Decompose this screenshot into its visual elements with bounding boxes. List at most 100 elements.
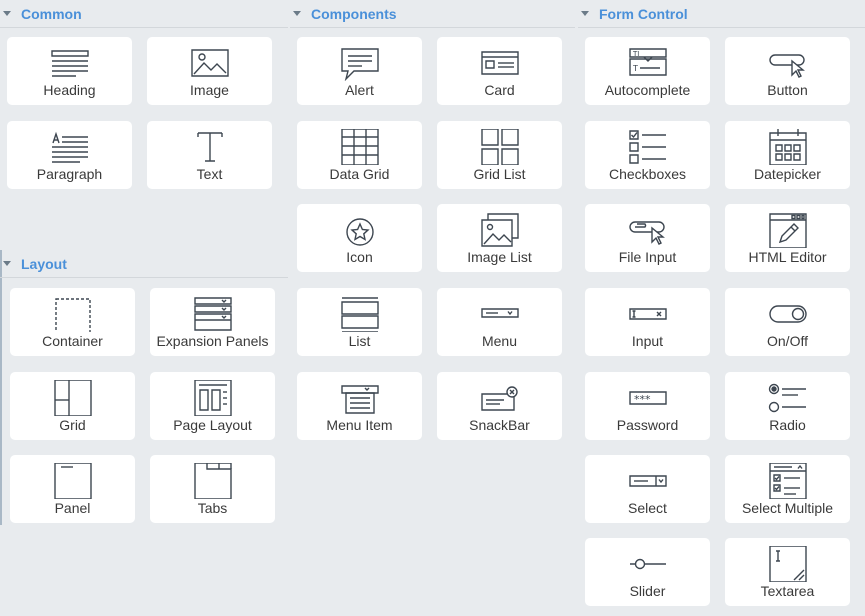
component-slider[interactable]: Slider xyxy=(585,538,710,606)
component-label: Image xyxy=(190,82,229,98)
component-expansion-panels[interactable]: Expansion Panels xyxy=(150,288,275,356)
input-icon xyxy=(628,296,668,332)
grid-list-icon xyxy=(480,129,520,165)
component-grid-list[interactable]: Grid List xyxy=(437,121,562,189)
section-header-form-control[interactable]: Form Control xyxy=(578,0,865,28)
section-title-common: Common xyxy=(21,5,82,22)
component-select-multiple[interactable]: Select Multiple xyxy=(725,455,850,523)
component-checkboxes[interactable]: Checkboxes xyxy=(585,121,710,189)
component-on-off[interactable]: On/Off xyxy=(725,288,850,356)
component-menu-item[interactable]: Menu Item xyxy=(297,372,422,440)
button-icon xyxy=(768,45,808,81)
star-icon xyxy=(340,212,380,248)
section-title-layout: Layout xyxy=(21,255,67,272)
caret-down-icon[interactable] xyxy=(3,261,11,266)
layout-section-border xyxy=(0,250,2,525)
caret-down-icon[interactable] xyxy=(293,11,301,16)
component-label: Datepicker xyxy=(754,166,821,182)
text-icon xyxy=(190,129,230,165)
component-label: Select Multiple xyxy=(741,500,834,516)
component-datepicker[interactable]: Datepicker xyxy=(725,121,850,189)
section-header-components[interactable]: Components xyxy=(290,0,575,28)
component-paragraph[interactable]: Paragraph xyxy=(7,121,132,189)
alert-icon xyxy=(340,45,380,81)
textarea-icon xyxy=(768,546,808,582)
component-menu[interactable]: Menu xyxy=(437,288,562,356)
component-password[interactable]: *** Password xyxy=(585,372,710,440)
component-label: Data Grid xyxy=(329,166,390,182)
calendar-icon xyxy=(768,129,808,165)
caret-down-icon[interactable] xyxy=(581,11,589,16)
component-label: Card xyxy=(484,82,515,98)
component-tabs[interactable]: Tabs xyxy=(150,455,275,523)
component-text[interactable]: Text xyxy=(147,121,272,189)
toggle-icon xyxy=(768,296,808,332)
component-alert[interactable]: Alert xyxy=(297,37,422,105)
component-image[interactable]: Image xyxy=(147,37,272,105)
slider-icon xyxy=(628,546,668,582)
component-html-editor[interactable]: HTML Editor xyxy=(725,204,850,272)
component-container[interactable]: Container xyxy=(10,288,135,356)
snackbar-icon xyxy=(480,380,520,416)
component-select[interactable]: Select xyxy=(585,455,710,523)
component-image-list[interactable]: Image List xyxy=(437,204,562,272)
container-icon xyxy=(53,296,93,332)
component-label: On/Off xyxy=(767,333,808,349)
heading-icon xyxy=(50,45,90,81)
component-list[interactable]: List xyxy=(297,288,422,356)
image-list-icon xyxy=(480,212,520,248)
component-label: Tabs xyxy=(197,500,228,516)
checkboxes-icon xyxy=(628,129,668,165)
component-label: Container xyxy=(42,333,103,349)
component-label: Text xyxy=(196,166,223,182)
component-label: Grid xyxy=(59,417,86,433)
tabs-icon xyxy=(193,463,233,499)
component-file-input[interactable]: File Input xyxy=(585,204,710,272)
panel-icon xyxy=(53,463,93,499)
component-label: Select xyxy=(628,500,667,516)
menu-item-icon xyxy=(340,380,380,416)
section-header-common[interactable]: Common xyxy=(0,0,288,28)
image-icon xyxy=(190,45,230,81)
component-label: Page Layout xyxy=(173,417,252,433)
menu-icon xyxy=(480,296,520,332)
component-label: SnackBar xyxy=(469,417,530,433)
component-autocomplete[interactable]: TI T Autocomplete xyxy=(585,37,710,105)
component-page-layout[interactable]: Page Layout xyxy=(150,372,275,440)
section-title-form-control: Form Control xyxy=(599,5,688,22)
component-button[interactable]: Button xyxy=(725,37,850,105)
section-title-components: Components xyxy=(311,5,397,22)
component-icon[interactable]: Icon xyxy=(297,204,422,272)
component-label: Grid List xyxy=(473,166,526,182)
grid-icon xyxy=(53,380,93,416)
list-icon xyxy=(340,296,380,332)
component-textarea[interactable]: Textarea xyxy=(725,538,850,606)
page-layout-icon xyxy=(193,380,233,416)
component-data-grid[interactable]: Data Grid xyxy=(297,121,422,189)
component-label: Checkboxes xyxy=(608,166,687,182)
component-radio[interactable]: Radio xyxy=(725,372,850,440)
component-label: File Input xyxy=(618,249,677,265)
component-heading[interactable]: Heading xyxy=(7,37,132,105)
component-label: Paragraph xyxy=(36,166,103,182)
select-multiple-icon xyxy=(768,463,808,499)
component-grid[interactable]: Grid xyxy=(10,372,135,440)
component-card[interactable]: Card xyxy=(437,37,562,105)
card-icon xyxy=(480,45,520,81)
component-snackbar[interactable]: SnackBar xyxy=(437,372,562,440)
html-editor-icon xyxy=(768,212,808,248)
select-icon xyxy=(628,463,668,499)
component-label: Menu xyxy=(481,333,518,349)
file-input-icon xyxy=(628,212,668,248)
component-label: Expansion Panels xyxy=(156,333,269,349)
component-label: Panel xyxy=(54,500,91,516)
component-label: Heading xyxy=(43,82,96,98)
autocomplete-icon: TI T xyxy=(628,45,668,81)
component-input[interactable]: Input xyxy=(585,288,710,356)
component-label: Textarea xyxy=(760,583,815,599)
component-label: List xyxy=(348,333,371,349)
component-panel[interactable]: Panel xyxy=(10,455,135,523)
section-header-layout[interactable]: Layout xyxy=(0,250,288,278)
data-grid-icon xyxy=(340,129,380,165)
caret-down-icon[interactable] xyxy=(3,11,11,16)
